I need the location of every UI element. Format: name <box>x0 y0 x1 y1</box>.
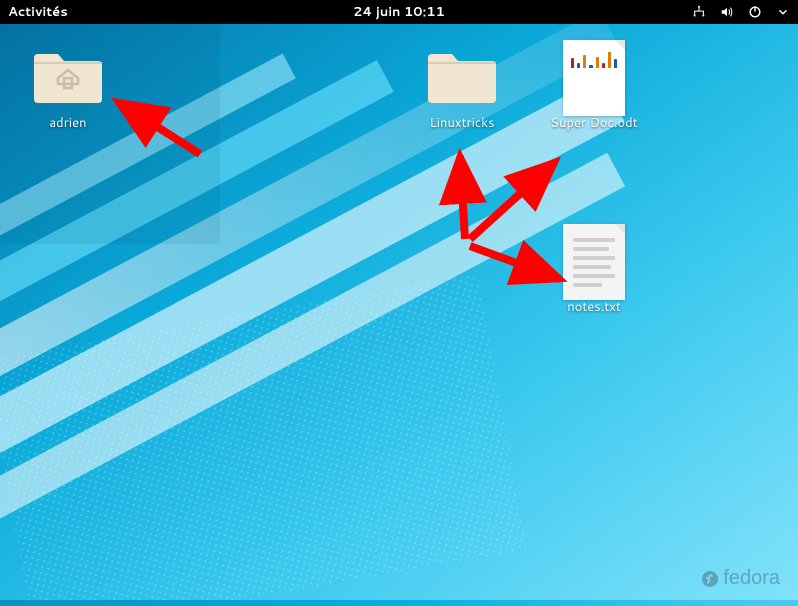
folder-home-adrien[interactable]: adrien <box>22 40 114 134</box>
system-tray[interactable] <box>692 5 790 19</box>
folder-home-icon <box>28 40 108 110</box>
text-file-icon <box>554 224 634 294</box>
fedora-logo: fedora <box>701 567 780 590</box>
file-notes-txt[interactable]: notes.txt <box>548 224 640 318</box>
fedora-logo-text: fedora <box>723 567 780 590</box>
topbar-datetime[interactable]: 24 juin 10:11 <box>353 3 445 21</box>
gnome-topbar: Activités 24 juin 10:11 <box>0 0 798 24</box>
desktop-icon-label: Linuxtricks <box>425 112 498 134</box>
file-super-doc-odt[interactable]: Super Doc.odt <box>548 40 640 134</box>
network-icon[interactable] <box>692 5 706 19</box>
volume-icon[interactable] <box>720 5 734 19</box>
power-icon[interactable] <box>748 5 762 19</box>
chevron-down-icon[interactable] <box>776 5 790 19</box>
folder-icon <box>422 40 502 110</box>
desktop-area[interactable]: adrien Linuxtricks <box>0 24 798 600</box>
desktop-icon-label: adrien <box>45 112 90 134</box>
activities-button[interactable]: Activités <box>8 3 68 21</box>
document-icon <box>554 40 634 110</box>
folder-linuxtricks[interactable]: Linuxtricks <box>416 40 508 134</box>
